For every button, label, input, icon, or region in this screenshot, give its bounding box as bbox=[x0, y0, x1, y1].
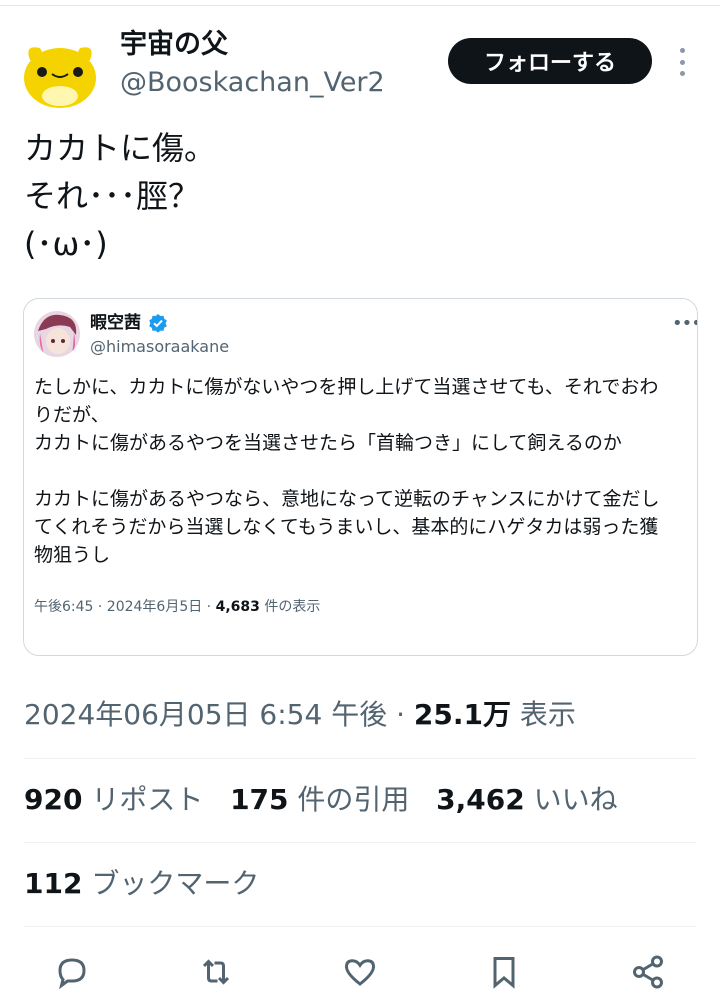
quoted-more-options-icon[interactable]: ••• bbox=[672, 313, 697, 334]
tweet-timestamp: 2024年06月05日 6:54 午後 · 25.1万 表示 bbox=[24, 696, 576, 734]
divider bbox=[24, 758, 696, 759]
dot bbox=[679, 59, 685, 65]
repost-stat[interactable]: 920 リポスト bbox=[24, 783, 203, 816]
quoted-author-display-name[interactable]: 暇空茜 bbox=[90, 313, 141, 333]
quoted-text-line: 物狙うし bbox=[34, 544, 111, 566]
repost-count: 920 bbox=[24, 783, 83, 816]
author-avatar[interactable] bbox=[22, 34, 98, 110]
bookmark-stat[interactable]: 112 ブックマーク bbox=[24, 864, 259, 904]
tweet-header: 宇宙の父 @Booskachan_Ver2 フォローする bbox=[0, 0, 720, 112]
quoted-view-label: 件の表示 bbox=[259, 599, 321, 615]
dot bbox=[679, 71, 685, 76]
divider bbox=[24, 842, 696, 843]
tweet-line: それ･･･脛？ bbox=[24, 177, 201, 215]
tweet-text: カカトに傷。 それ･･･脛？ (･ω･) bbox=[24, 124, 216, 268]
like-label: いいね bbox=[524, 783, 618, 816]
quoted-text-line: りだが、 bbox=[34, 404, 110, 426]
dot bbox=[679, 48, 685, 53]
like-count: 3,462 bbox=[436, 783, 525, 816]
quote-count: 175 bbox=[230, 783, 289, 816]
repost-label: リポスト bbox=[82, 783, 204, 816]
quote-label: 件の引用 bbox=[288, 783, 410, 816]
quoted-tweet-text: たしかに、カカトに傷がないやつを押し上げて当選させても、それでおわ りだが、 カ… bbox=[34, 373, 694, 569]
view-count: 25.1万 bbox=[413, 698, 511, 731]
quoted-view-count: 4,683 bbox=[215, 599, 260, 615]
retweet-icon[interactable] bbox=[194, 950, 238, 994]
action-bar bbox=[0, 944, 720, 998]
follow-button[interactable]: フォローする bbox=[448, 38, 652, 84]
quoted-text-line: カカトに傷があるやつなら、意地になって逆転のチャンスにかけて金だし bbox=[34, 488, 660, 510]
quoted-author-avatar[interactable] bbox=[34, 311, 80, 357]
like-stat[interactable]: 3,462 いいね bbox=[436, 783, 617, 816]
engagement-stats: 920 リポスト 175 件の引用 3,462 いいね bbox=[24, 780, 618, 820]
verified-badge-icon bbox=[148, 313, 168, 333]
view-count-label: 表示 bbox=[511, 698, 576, 731]
bookmark-icon[interactable] bbox=[482, 950, 526, 994]
quoted-text-line: たしかに、カカトに傷がないやつを押し上げて当選させても、それでおわ bbox=[34, 376, 659, 398]
author-display-name[interactable]: 宇宙の父 bbox=[120, 28, 228, 62]
divider bbox=[24, 926, 696, 927]
bookmark-count: 112 bbox=[24, 867, 83, 900]
quoted-text-line: てくれそうだから当選しなくてもうまいし、基本的にハゲタカは弱った獲 bbox=[34, 516, 659, 538]
tweet-line: カカトに傷。 bbox=[24, 129, 217, 167]
heart-icon[interactable] bbox=[338, 950, 382, 994]
quoted-tweet-meta: 午後6:45 · 2024年6月5日 · 4,683 件の表示 bbox=[34, 597, 320, 617]
timestamp-text[interactable]: 2024年06月05日 6:54 午後 · bbox=[24, 698, 414, 731]
bookmark-label: ブックマーク bbox=[82, 867, 260, 900]
more-options-icon[interactable] bbox=[672, 44, 692, 80]
quoted-author-handle[interactable]: @himasoraakane bbox=[90, 337, 229, 357]
quoted-timestamp: 午後6:45 · 2024年6月5日 · bbox=[34, 599, 216, 615]
tweet-line: (･ω･) bbox=[24, 225, 108, 263]
quoted-tweet-card[interactable]: 暇空茜 @himasoraakane ••• たしかに、カカトに傷がないやつを押… bbox=[23, 298, 698, 656]
quoted-text-line: カカトに傷があるやつを当選させたら「首輪つき」にして飼えるのか bbox=[34, 432, 622, 454]
author-handle[interactable]: @Booskachan_Ver2 bbox=[120, 66, 385, 100]
reply-icon[interactable] bbox=[50, 950, 94, 994]
quote-stat[interactable]: 175 件の引用 bbox=[230, 783, 409, 816]
share-icon[interactable] bbox=[626, 950, 670, 994]
